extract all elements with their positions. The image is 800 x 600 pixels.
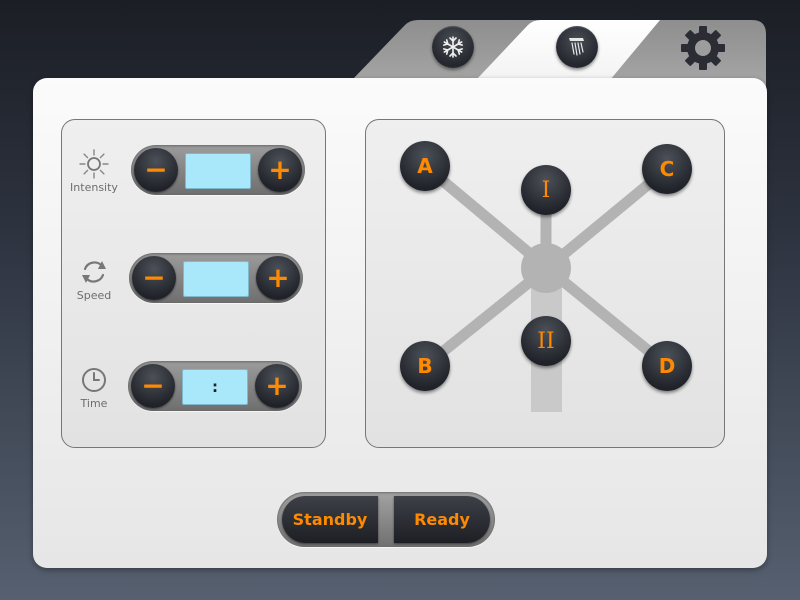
shower-icon (569, 38, 584, 56)
time-stepper: − : + (128, 361, 302, 411)
intensity-minus-button[interactable]: − (134, 148, 178, 192)
intensity-display (185, 153, 251, 189)
time-display: : (182, 369, 248, 405)
node-a[interactable]: A (400, 141, 450, 191)
time-minus-button[interactable]: − (131, 364, 175, 408)
time-plus-button[interactable]: + (255, 364, 299, 408)
controls-group: Intensity − + Speed − + Time −: + (61, 119, 326, 448)
time-label-group: Time (68, 357, 120, 417)
center-hub (521, 243, 571, 293)
rotate-icon (82, 260, 106, 283)
tab-settings[interactable] (680, 25, 726, 71)
snowflake-icon (442, 36, 464, 58)
mode-toggle: Standby Ready (277, 492, 495, 547)
speed-label-group: Speed (68, 249, 120, 309)
gear-icon (681, 26, 725, 70)
intensity-label-group: Intensity (68, 141, 120, 201)
node-i[interactable]: I (521, 165, 571, 215)
node-b[interactable]: B (400, 341, 450, 391)
sun-icon (79, 148, 109, 179)
node-ii[interactable]: II (521, 316, 571, 366)
speed-plus-button[interactable]: + (256, 256, 300, 300)
ready-button[interactable]: Ready (394, 496, 490, 543)
intensity-plus-button[interactable]: + (258, 148, 302, 192)
speed-display (183, 261, 249, 297)
speed-stepper: − + (129, 253, 303, 303)
standby-button[interactable]: Standby (282, 496, 378, 543)
main-panel: Intensity − + Speed − + Time −: + A C I… (33, 78, 767, 568)
intensity-stepper: − + (131, 145, 305, 195)
clock-icon (82, 367, 106, 392)
time-control: Time − : + (62, 357, 325, 417)
speed-label: Speed (76, 288, 112, 302)
speed-minus-button[interactable]: − (132, 256, 176, 300)
intensity-control: Intensity − + (62, 141, 325, 201)
node-d[interactable]: D (642, 341, 692, 391)
node-c[interactable]: C (642, 144, 692, 194)
speed-control: Speed − + (62, 249, 325, 309)
intensity-label: Intensity (70, 180, 118, 194)
tab-cooling[interactable] (432, 26, 474, 68)
nozzle-diagram: A C I II B D (365, 119, 725, 448)
tab-shower[interactable] (556, 26, 598, 68)
time-label: Time (80, 396, 108, 410)
